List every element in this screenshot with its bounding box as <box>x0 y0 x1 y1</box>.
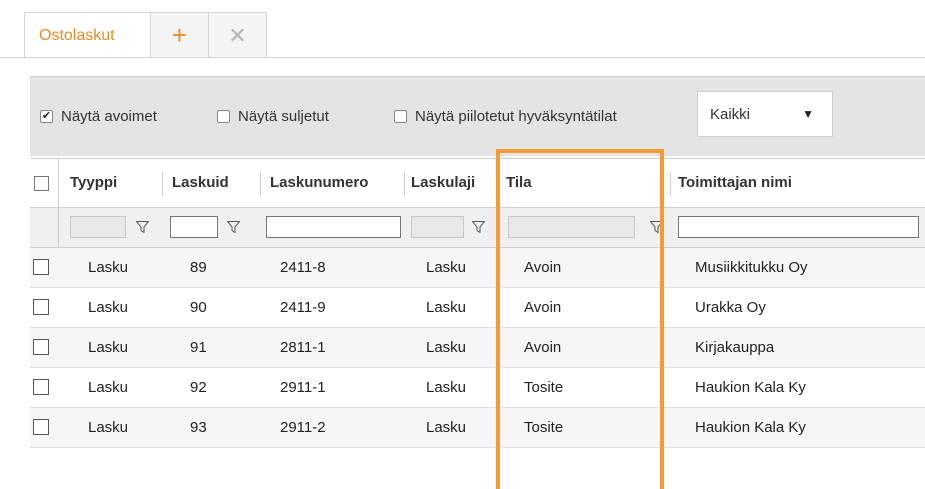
column-header-tyyppi[interactable]: Tyyppi <box>70 174 117 191</box>
cell-laskunumero: 2411-8 <box>280 259 326 276</box>
column-divider <box>58 159 59 209</box>
close-icon: ✕ <box>228 22 247 48</box>
filter-tila-input[interactable] <box>508 216 635 238</box>
table-row[interactable]: Lasku 92 2911-1 Lasku Tosite Haukion Kal… <box>30 368 925 408</box>
cell-toimittaja: Urakka Oy <box>695 299 766 316</box>
filter-icon[interactable] <box>648 216 664 238</box>
status-filter-select[interactable]: Kaikki ▼ <box>697 91 833 137</box>
table-row[interactable]: Lasku 91 2811-1 Lasku Avoin Kirjakauppa <box>30 328 925 368</box>
filter-tyyppi-input[interactable] <box>70 216 126 238</box>
row-checkbox[interactable] <box>33 259 49 275</box>
column-divider <box>58 208 59 248</box>
grid-filter-row <box>30 208 925 248</box>
cell-tyyppi: Lasku <box>88 259 129 276</box>
cell-tila: Tosite <box>524 379 564 396</box>
dropdown-arrow-icon: ▼ <box>802 107 814 121</box>
show-closed-checkbox[interactable]: Näytä suljetut <box>217 108 329 125</box>
cell-toimittaja: Musiikkitukku Oy <box>695 259 808 276</box>
cell-laskulaji: Lasku <box>426 259 467 276</box>
table-row[interactable]: Lasku 90 2411-9 Lasku Avoin Urakka Oy <box>30 288 925 328</box>
filter-icon[interactable] <box>225 216 241 238</box>
column-divider <box>499 172 500 196</box>
row-checkbox[interactable] <box>33 419 49 435</box>
cell-tyyppi: Lasku <box>88 419 129 436</box>
plus-icon: + <box>171 20 188 50</box>
show-closed-label: Näytä suljetut <box>238 108 329 125</box>
tab-divider <box>0 57 925 58</box>
cell-laskulaji: Lasku <box>426 339 467 356</box>
cell-tila: Tosite <box>524 419 564 436</box>
filter-icon[interactable] <box>470 216 486 238</box>
filter-toolbar: ✔ Näytä avoimet Näytä suljetut Näytä pii… <box>30 76 925 156</box>
filter-icon[interactable] <box>134 216 150 238</box>
filter-laskulaji-input[interactable] <box>411 216 464 238</box>
grid-header-row: Tyyppi Laskuid Laskunumero Laskulaji Til… <box>30 158 925 209</box>
row-checkbox[interactable] <box>33 379 49 395</box>
cell-tyyppi: Lasku <box>88 339 129 356</box>
tab-ostolaskut[interactable]: Ostolaskut <box>24 12 151 58</box>
cell-laskuid: 92 <box>190 379 207 396</box>
checkbox-unchecked[interactable] <box>217 110 230 123</box>
filter-toimittajan-nimi-input[interactable] <box>678 216 919 238</box>
tab-bar: Ostolaskut + ✕ <box>0 0 925 58</box>
select-all-checkbox[interactable] <box>34 176 49 191</box>
show-open-checkbox[interactable]: ✔ Näytä avoimet <box>40 108 157 125</box>
cell-laskuid: 89 <box>190 259 207 276</box>
filter-laskuid-input[interactable] <box>170 216 218 238</box>
cell-toimittaja: Haukion Kala Ky <box>695 419 806 436</box>
cell-tila: Avoin <box>524 259 562 276</box>
cell-laskulaji: Lasku <box>426 419 467 436</box>
table-row[interactable]: Lasku 93 2911-2 Lasku Tosite Haukion Kal… <box>30 408 925 448</box>
cell-toimittaja: Kirjakauppa <box>695 339 775 356</box>
cell-laskuid: 91 <box>190 339 207 356</box>
cell-laskuid: 90 <box>190 299 207 316</box>
cell-laskulaji: Lasku <box>426 379 467 396</box>
invoice-grid: Tyyppi Laskuid Laskunumero Laskulaji Til… <box>30 158 925 489</box>
status-filter-value: Kaikki <box>710 105 751 123</box>
checkbox-unchecked[interactable] <box>394 110 407 123</box>
cell-laskunumero: 2911-1 <box>280 379 326 396</box>
cell-laskunumero: 2411-9 <box>280 299 326 316</box>
column-divider <box>162 172 163 196</box>
column-divider <box>404 172 405 196</box>
column-header-laskuid[interactable]: Laskuid <box>172 174 229 191</box>
column-header-tila[interactable]: Tila <box>506 174 532 191</box>
checkbox-checked[interactable]: ✔ <box>40 110 53 123</box>
show-hidden-checkbox[interactable]: Näytä piilotetut hyväksyntätilat <box>394 108 617 125</box>
cell-tila: Avoin <box>524 299 562 316</box>
cell-laskulaji: Lasku <box>426 299 467 316</box>
row-checkbox[interactable] <box>33 299 49 315</box>
add-tab-button[interactable]: + <box>151 12 209 58</box>
cell-tyyppi: Lasku <box>88 299 129 316</box>
column-header-laskulaji[interactable]: Laskulaji <box>411 174 475 191</box>
filter-laskunumero-input[interactable] <box>266 216 401 238</box>
cell-tila: Avoin <box>524 339 562 356</box>
cell-laskuid: 93 <box>190 419 207 436</box>
cell-toimittaja: Haukion Kala Ky <box>695 379 806 396</box>
column-divider <box>260 172 261 196</box>
show-open-label: Näytä avoimet <box>61 108 157 125</box>
table-row[interactable]: Lasku 89 2411-8 Lasku Avoin Musiikkitukk… <box>30 248 925 288</box>
cell-laskunumero: 2911-2 <box>280 419 326 436</box>
column-header-laskunumero[interactable]: Laskunumero <box>270 174 368 191</box>
cell-tyyppi: Lasku <box>88 379 129 396</box>
close-tab-button[interactable]: ✕ <box>209 12 267 58</box>
row-checkbox[interactable] <box>33 339 49 355</box>
column-divider <box>670 172 671 196</box>
column-header-toimittajan-nimi[interactable]: Toimittajan nimi <box>678 174 792 191</box>
cell-laskunumero: 2811-1 <box>280 339 326 356</box>
show-hidden-label: Näytä piilotetut hyväksyntätilat <box>415 108 617 125</box>
